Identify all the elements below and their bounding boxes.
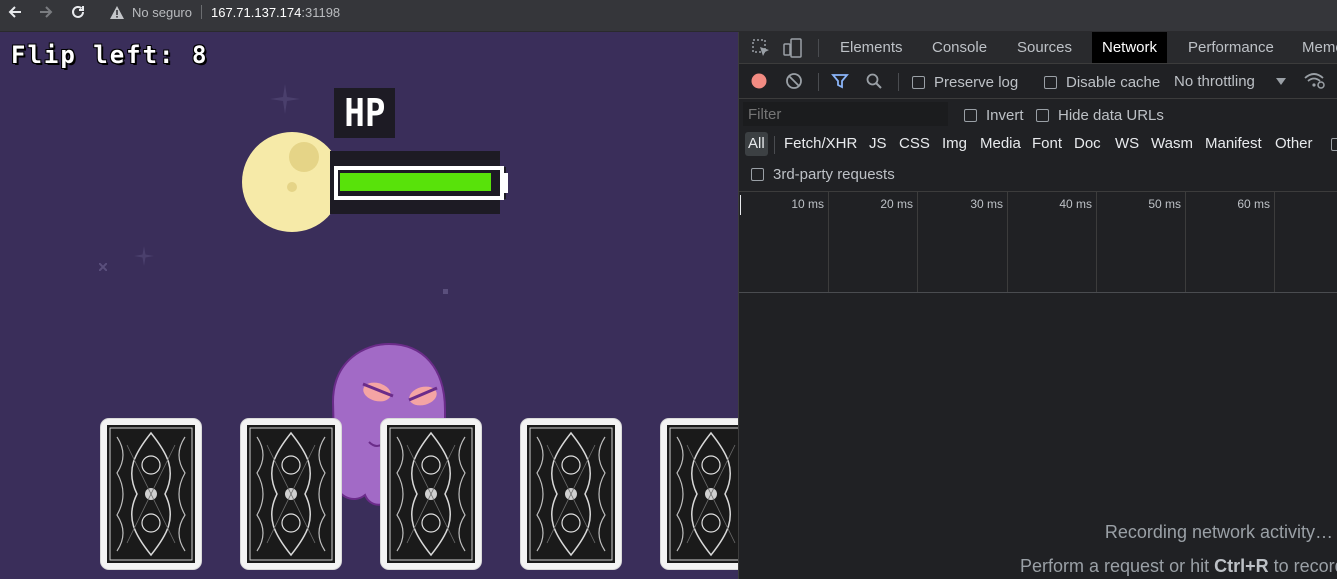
reload-button[interactable] (63, 0, 93, 24)
timeline-tick-label: 50 ms (1148, 197, 1181, 211)
divider (898, 73, 899, 91)
back-button[interactable] (0, 0, 30, 24)
record-button[interactable] (748, 71, 770, 91)
tab-network[interactable]: Network (1092, 32, 1168, 63)
moon-icon (242, 132, 342, 232)
game-canvas: Flip left: 8 HP (0, 32, 738, 579)
warning-icon (110, 5, 124, 19)
forward-button[interactable] (31, 0, 61, 24)
filter-type-media[interactable]: Media (977, 132, 1024, 156)
divider (774, 136, 775, 154)
tab-memo[interactable]: Memo (1292, 32, 1337, 63)
url-host: 167.71.137.174 (210, 4, 302, 20)
face-down-card[interactable] (661, 419, 738, 569)
invert-checkbox[interactable]: Invert (964, 107, 1024, 124)
filter-type-other[interactable]: Other (1272, 132, 1316, 156)
timeline-tick-label: 10 ms (791, 197, 824, 211)
tab-sources[interactable]: Sources (1007, 32, 1082, 63)
more-types-checkbox[interactable] (1331, 138, 1337, 151)
throttling-select[interactable]: No throttling (1174, 73, 1255, 90)
shortcut-key: Ctrl+R (1214, 556, 1269, 576)
timeline-gridline (917, 192, 918, 292)
timeline-cursor (740, 195, 741, 215)
timeline-tick-label: 30 ms (970, 197, 1003, 211)
sparkle-icon (99, 263, 107, 271)
divider (200, 5, 202, 19)
resource-type-filter: All Fetch/XHR JS CSS Img Media Font Doc WS Wasm Ma… (739, 130, 1337, 160)
network-toolbar: Preserve log Disable cache No throttling (739, 65, 1337, 99)
timeline-tick-label: 70 (1317, 197, 1337, 211)
arrow-left-icon (8, 6, 21, 18)
sparkle-icon (443, 289, 448, 294)
face-down-card[interactable] (521, 419, 621, 569)
timeline-gridline (1274, 192, 1275, 292)
flip-counter: Flip left: 8 (11, 41, 209, 69)
chevron-down-icon (1276, 78, 1286, 85)
recording-status: Recording network activity… (1104, 522, 1333, 542)
timeline-gridline (1007, 192, 1008, 292)
filter-input[interactable] (743, 102, 948, 126)
filter-icon[interactable] (829, 71, 851, 91)
sparkle-icon (270, 84, 300, 114)
timeline-tick-label: 40 ms (1059, 197, 1092, 211)
security-label: No seguro (132, 4, 192, 20)
tab-console[interactable]: Console (922, 32, 997, 63)
url-port: :31198 (301, 4, 341, 20)
disable-cache-checkbox[interactable]: Disable cache (1044, 74, 1160, 91)
tab-elements[interactable]: Elements (830, 32, 913, 63)
face-down-card[interactable] (381, 419, 481, 569)
filter-type-fetch-xhr[interactable]: Fetch/XHR (781, 132, 860, 156)
reload-icon (72, 5, 84, 18)
device-toolbar-icon[interactable] (782, 38, 804, 58)
network-conditions-icon[interactable] (1304, 71, 1326, 91)
tab-performance[interactable]: Performance (1178, 32, 1284, 63)
filter-type-js[interactable]: JS (866, 132, 890, 156)
filter-type-img[interactable]: Img (939, 132, 970, 156)
inspect-element-icon[interactable] (750, 38, 772, 58)
hp-bar (330, 151, 508, 214)
filter-type-font[interactable]: Font (1029, 132, 1065, 156)
filter-type-all[interactable]: All (745, 132, 768, 156)
arrow-right-icon (40, 6, 53, 18)
third-party-requests-checkbox[interactable]: 3rd-party requests (751, 166, 895, 183)
filter-type-wasm[interactable]: Wasm (1148, 132, 1196, 156)
timeline-gridline (828, 192, 829, 292)
timeline-gridline (1185, 192, 1186, 292)
filter-type-ws[interactable]: WS (1112, 132, 1142, 156)
devtools-panel: Elements Console Sources Network Performance… (738, 32, 1337, 579)
filter-type-css[interactable]: CSS (896, 132, 933, 156)
hp-bar-track (340, 173, 494, 191)
divider (818, 73, 819, 91)
hp-bar-fill (340, 173, 491, 191)
recording-hint: Perform a request or hit Ctrl+R to recor… (1020, 556, 1337, 576)
face-down-card[interactable] (101, 419, 201, 569)
address-bar[interactable]: No seguro 167.71.137.174:31198 (100, 0, 340, 24)
timeline-gridline (1096, 192, 1097, 292)
browser-toolbar: No seguro 167.71.137.174:31198 (0, 0, 1337, 32)
sparkle-icon (134, 246, 154, 266)
divider (818, 39, 819, 57)
filter-row: Invert Hide data URLs (739, 100, 1337, 130)
filter-type-doc[interactable]: Doc (1071, 132, 1104, 156)
face-down-card[interactable] (241, 419, 341, 569)
hp-label: HP (334, 88, 395, 138)
timeline-tick-label: 20 ms (880, 197, 913, 211)
hide-data-urls-checkbox[interactable]: Hide data URLs (1036, 107, 1164, 124)
network-overview-timeline[interactable]: 10 ms 20 ms 30 ms 40 ms 50 ms 60 ms 70 (739, 191, 1337, 293)
timeline-tick-label: 60 ms (1237, 197, 1270, 211)
clear-icon[interactable] (783, 71, 805, 91)
filter-type-manifest[interactable]: Manifest (1202, 132, 1265, 156)
preserve-log-checkbox[interactable]: Preserve log (912, 74, 1018, 91)
devtools-tabbar: Elements Console Sources Network Performance… (739, 32, 1337, 64)
search-icon[interactable] (863, 71, 885, 91)
